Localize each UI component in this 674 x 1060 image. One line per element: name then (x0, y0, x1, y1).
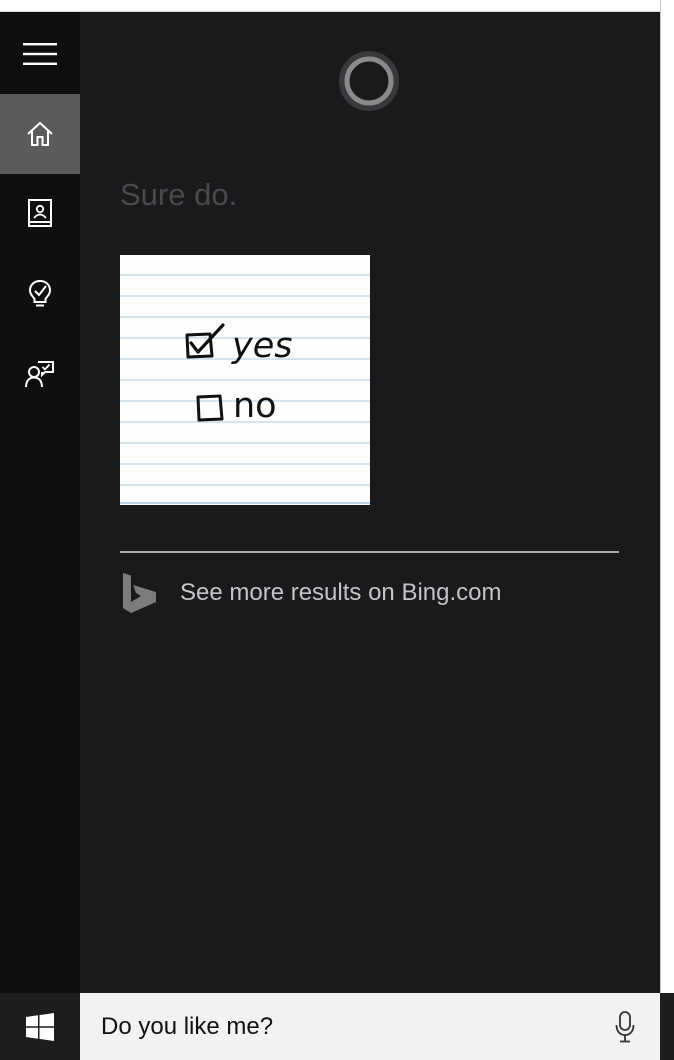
start-button[interactable] (0, 993, 80, 1060)
bing-results-link[interactable]: See more results on Bing.com (120, 568, 501, 618)
sidebar-item-notebook[interactable] (0, 174, 80, 254)
note-image: yes no (120, 255, 370, 505)
sidebar-item-tips[interactable] (0, 254, 80, 334)
window-right-edge (660, 0, 674, 993)
microphone-button[interactable] (610, 1009, 640, 1045)
hamburger-menu-icon (23, 43, 57, 65)
lightbulb-icon (28, 279, 52, 307)
note-yes-label: yes (231, 326, 292, 366)
bing-link-label: See more results on Bing.com (180, 579, 502, 606)
windows-logo-icon (26, 1012, 54, 1041)
search-query[interactable]: Do you like me? (101, 993, 273, 1060)
cortana-response: Sure do. (120, 177, 238, 212)
notebook-icon (28, 199, 52, 227)
taskbar-edge (660, 993, 674, 1060)
microphone-icon (615, 1011, 635, 1043)
cortana-panel: Sure do. yes no See more results on Bing… (0, 12, 660, 993)
note-no-label: no (233, 386, 277, 426)
divider (120, 551, 619, 553)
bing-logo-icon (123, 573, 156, 613)
search-box[interactable]: Do you like me? (80, 993, 660, 1060)
cortana-ring-icon (339, 51, 399, 111)
sidebar-item-feedback[interactable] (0, 334, 80, 414)
taskbar: Do you like me? (0, 993, 674, 1060)
home-icon (27, 121, 53, 146)
sidebar (0, 12, 80, 993)
sidebar-item-home[interactable] (0, 94, 80, 174)
menu-button[interactable] (0, 14, 80, 94)
window-top-edge (0, 0, 660, 12)
feedback-icon (25, 361, 54, 388)
